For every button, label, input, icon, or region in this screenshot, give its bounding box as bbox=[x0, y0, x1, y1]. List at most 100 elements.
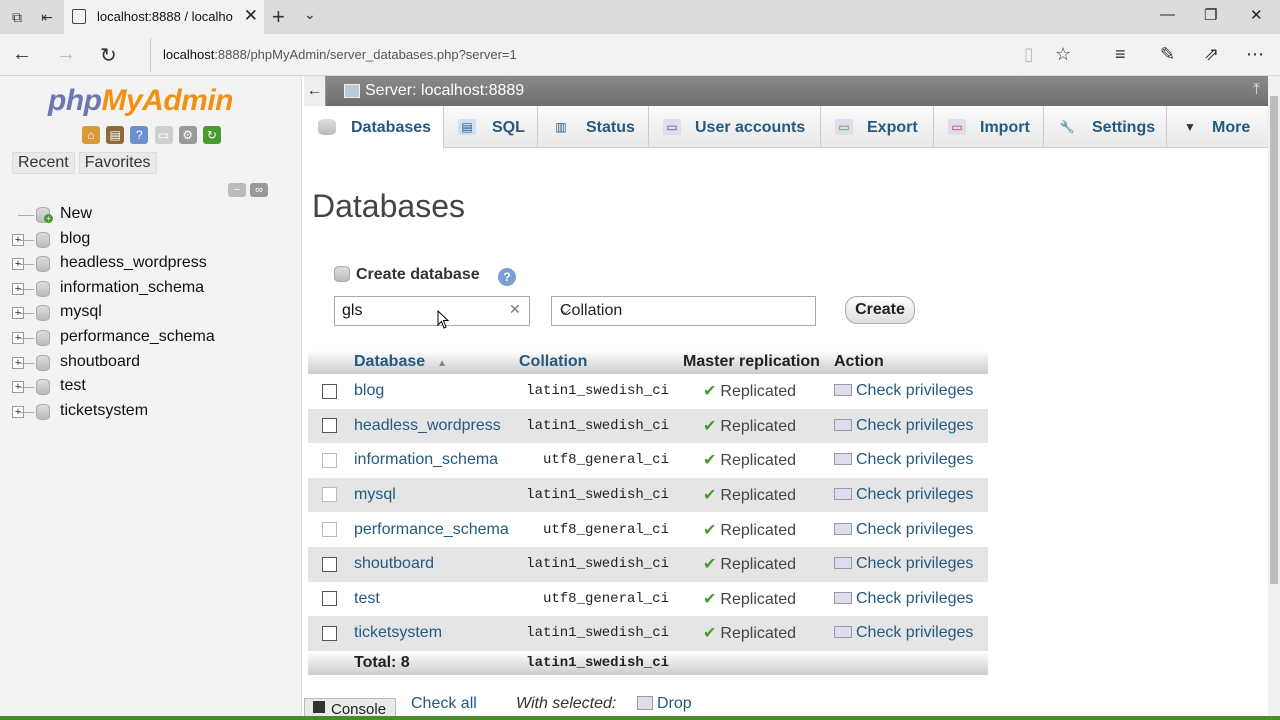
database-name-link[interactable]: test bbox=[350, 581, 515, 617]
total-empty bbox=[830, 650, 988, 675]
create-database-heading: Create database bbox=[334, 266, 480, 284]
settings-gear-icon[interactable]: ⚙ bbox=[178, 126, 197, 144]
database-name-link[interactable]: mysql bbox=[350, 477, 515, 513]
check-privileges-link[interactable]: Check privileges bbox=[830, 477, 988, 513]
minimize-icon[interactable]: — bbox=[1160, 6, 1175, 23]
tab-export[interactable]: ▭ Export bbox=[821, 106, 934, 148]
home-icon[interactable]: ⌂ bbox=[82, 126, 100, 144]
link-with-main-icon[interactable]: ∞ bbox=[250, 183, 268, 197]
sql-icon: ▤ bbox=[458, 119, 476, 135]
collation-value: latin1_swedish_ci bbox=[515, 374, 679, 409]
window-close-icon[interactable]: ✕ bbox=[1250, 6, 1263, 24]
restore-icon[interactable]: ❐ bbox=[1204, 6, 1217, 24]
tree-label: New bbox=[60, 205, 93, 222]
scrollbar-thumb[interactable] bbox=[1270, 96, 1278, 584]
replication-status: Replicated bbox=[720, 417, 797, 435]
check-privileges-link[interactable]: Check privileges bbox=[830, 512, 988, 547]
row-checkbox[interactable] bbox=[321, 383, 337, 399]
query-window-icon[interactable]: ? bbox=[130, 126, 149, 144]
row-checkbox[interactable] bbox=[321, 556, 337, 572]
row-checkbox-disabled bbox=[321, 487, 337, 503]
total-collation: latin1_swedish_ci bbox=[515, 650, 679, 675]
tab-more[interactable]: ▼ More bbox=[1167, 106, 1268, 148]
favorite-star-icon[interactable]: ☆ bbox=[1055, 44, 1071, 65]
web-note-icon[interactable]: ✎ bbox=[1160, 44, 1175, 65]
database-column-header[interactable]: Database ▲ bbox=[350, 350, 515, 374]
tab-settings[interactable]: 🔧 Settings bbox=[1044, 106, 1167, 148]
table-row: mysql latin1_swedish_ci ✔ Replicated Chec… bbox=[308, 477, 988, 513]
replication-cell: ✔ Replicated bbox=[679, 374, 830, 409]
sort-ascending-icon: ▲ bbox=[437, 358, 448, 369]
database-name-link[interactable]: performance_schema bbox=[350, 512, 515, 547]
tab-status[interactable]: ▥ Status bbox=[538, 106, 649, 148]
database-name-link[interactable]: shoutboard bbox=[350, 546, 515, 582]
check-privileges-link[interactable]: Check privileges bbox=[830, 443, 988, 478]
tab-sql[interactable]: ▤ SQL bbox=[444, 106, 538, 148]
navigation-panel: phpMyAdmin ⌂ ▤ ? ▭ ⚙ ↻ Recent Favorites −… bbox=[0, 76, 302, 720]
tab-manager-icon[interactable]: ⧉ bbox=[8, 8, 26, 26]
phpmyadmin-logo[interactable]: phpMyAdmin bbox=[48, 84, 233, 118]
hub-icon[interactable]: ≡ bbox=[1115, 44, 1126, 65]
console-icon bbox=[313, 701, 325, 713]
database-name-link[interactable]: information_schema bbox=[350, 443, 515, 478]
collation-column-header[interactable]: Collation bbox=[515, 350, 679, 374]
tree-label: performance_schema bbox=[60, 327, 215, 345]
check-privileges-link[interactable]: Check privileges bbox=[830, 581, 988, 617]
check-privileges-link[interactable]: Check privileges bbox=[830, 408, 988, 444]
drop-button[interactable]: Drop bbox=[637, 695, 692, 713]
docs-icon[interactable]: ▭ bbox=[154, 126, 173, 144]
create-button[interactable]: Create bbox=[845, 296, 915, 324]
collation-value: latin1_swedish_ci bbox=[515, 616, 679, 651]
check-mark-icon: ✔ bbox=[703, 383, 717, 401]
clear-input-icon[interactable]: ✕ bbox=[509, 301, 521, 318]
check-privileges-link[interactable]: Check privileges bbox=[830, 374, 988, 409]
new-tab-icon[interactable]: + bbox=[272, 4, 285, 30]
database-name-link[interactable]: blog bbox=[350, 374, 515, 409]
collation-select[interactable]: Collation ⌵ bbox=[551, 296, 816, 326]
server-label[interactable]: Server: localhost:8889 bbox=[365, 82, 524, 100]
scroll-top-icon[interactable]: ⤒ bbox=[1253, 81, 1260, 99]
logout-icon[interactable]: ▤ bbox=[106, 126, 125, 144]
tab-recent[interactable]: Recent bbox=[12, 152, 75, 174]
table-row: headless_wordpress latin1_swedish_ci ✔ Re… bbox=[308, 408, 988, 444]
replication-cell: ✔ Replicated bbox=[679, 616, 830, 651]
browser-tab[interactable]: localhost:8888 / localho ✕ bbox=[64, 0, 264, 34]
set-aside-tabs-icon[interactable]: ⇤ bbox=[38, 8, 56, 26]
tab-preview-chevron-icon[interactable]: ⌄ bbox=[304, 6, 316, 23]
tab-favorites[interactable]: Favorites bbox=[78, 152, 157, 174]
database-name-input[interactable] bbox=[334, 296, 530, 326]
collapse-all-icon[interactable]: − bbox=[228, 183, 246, 197]
tree-controls: − ∞ bbox=[228, 180, 272, 197]
back-icon[interactable]: ← bbox=[12, 43, 32, 66]
row-checkbox[interactable] bbox=[321, 418, 337, 434]
check-privileges-link[interactable]: Check privileges bbox=[830, 546, 988, 582]
tab-databases[interactable]: Databases bbox=[304, 106, 444, 149]
reading-view-icon[interactable]: ▯ bbox=[1024, 44, 1034, 65]
export-icon: ▭ bbox=[835, 119, 853, 135]
more-options-icon[interactable]: ⋯ bbox=[1246, 44, 1264, 65]
row-checkbox[interactable] bbox=[321, 591, 337, 607]
privileges-icon bbox=[834, 591, 852, 604]
total-label: Total: 8 bbox=[350, 650, 515, 675]
reload-icon[interactable]: ↻ bbox=[202, 126, 221, 144]
database-icon bbox=[36, 329, 50, 346]
database-name-link[interactable]: headless_wordpress bbox=[350, 408, 515, 444]
replication-status: Replicated bbox=[720, 590, 797, 608]
collapse-nav-icon[interactable]: ← bbox=[304, 76, 326, 106]
close-tab-icon[interactable]: ✕ bbox=[244, 6, 258, 26]
action-label: Check privileges bbox=[856, 555, 974, 573]
url-field[interactable]: localhost:8888/phpMyAdmin/server_databas… bbox=[150, 38, 1000, 72]
help-icon[interactable]: ? bbox=[498, 268, 516, 286]
check-privileges-link[interactable]: Check privileges bbox=[830, 616, 988, 651]
tab-user-accounts[interactable]: ▭ User accounts bbox=[649, 106, 821, 148]
share-icon[interactable]: ⇗ bbox=[1204, 44, 1219, 65]
forward-icon[interactable]: → bbox=[56, 43, 76, 66]
replication-status: Replicated bbox=[720, 452, 797, 470]
refresh-icon[interactable]: ↻ bbox=[100, 43, 117, 68]
database-icon bbox=[36, 256, 50, 273]
tab-import[interactable]: ▭ Import bbox=[934, 106, 1044, 148]
check-all-link[interactable]: Check all bbox=[411, 695, 477, 713]
database-name-link[interactable]: ticketsystem bbox=[350, 616, 515, 651]
url-path: :8888/phpMyAdmin/server_databases.php?se… bbox=[214, 47, 517, 62]
row-checkbox[interactable] bbox=[321, 625, 337, 641]
